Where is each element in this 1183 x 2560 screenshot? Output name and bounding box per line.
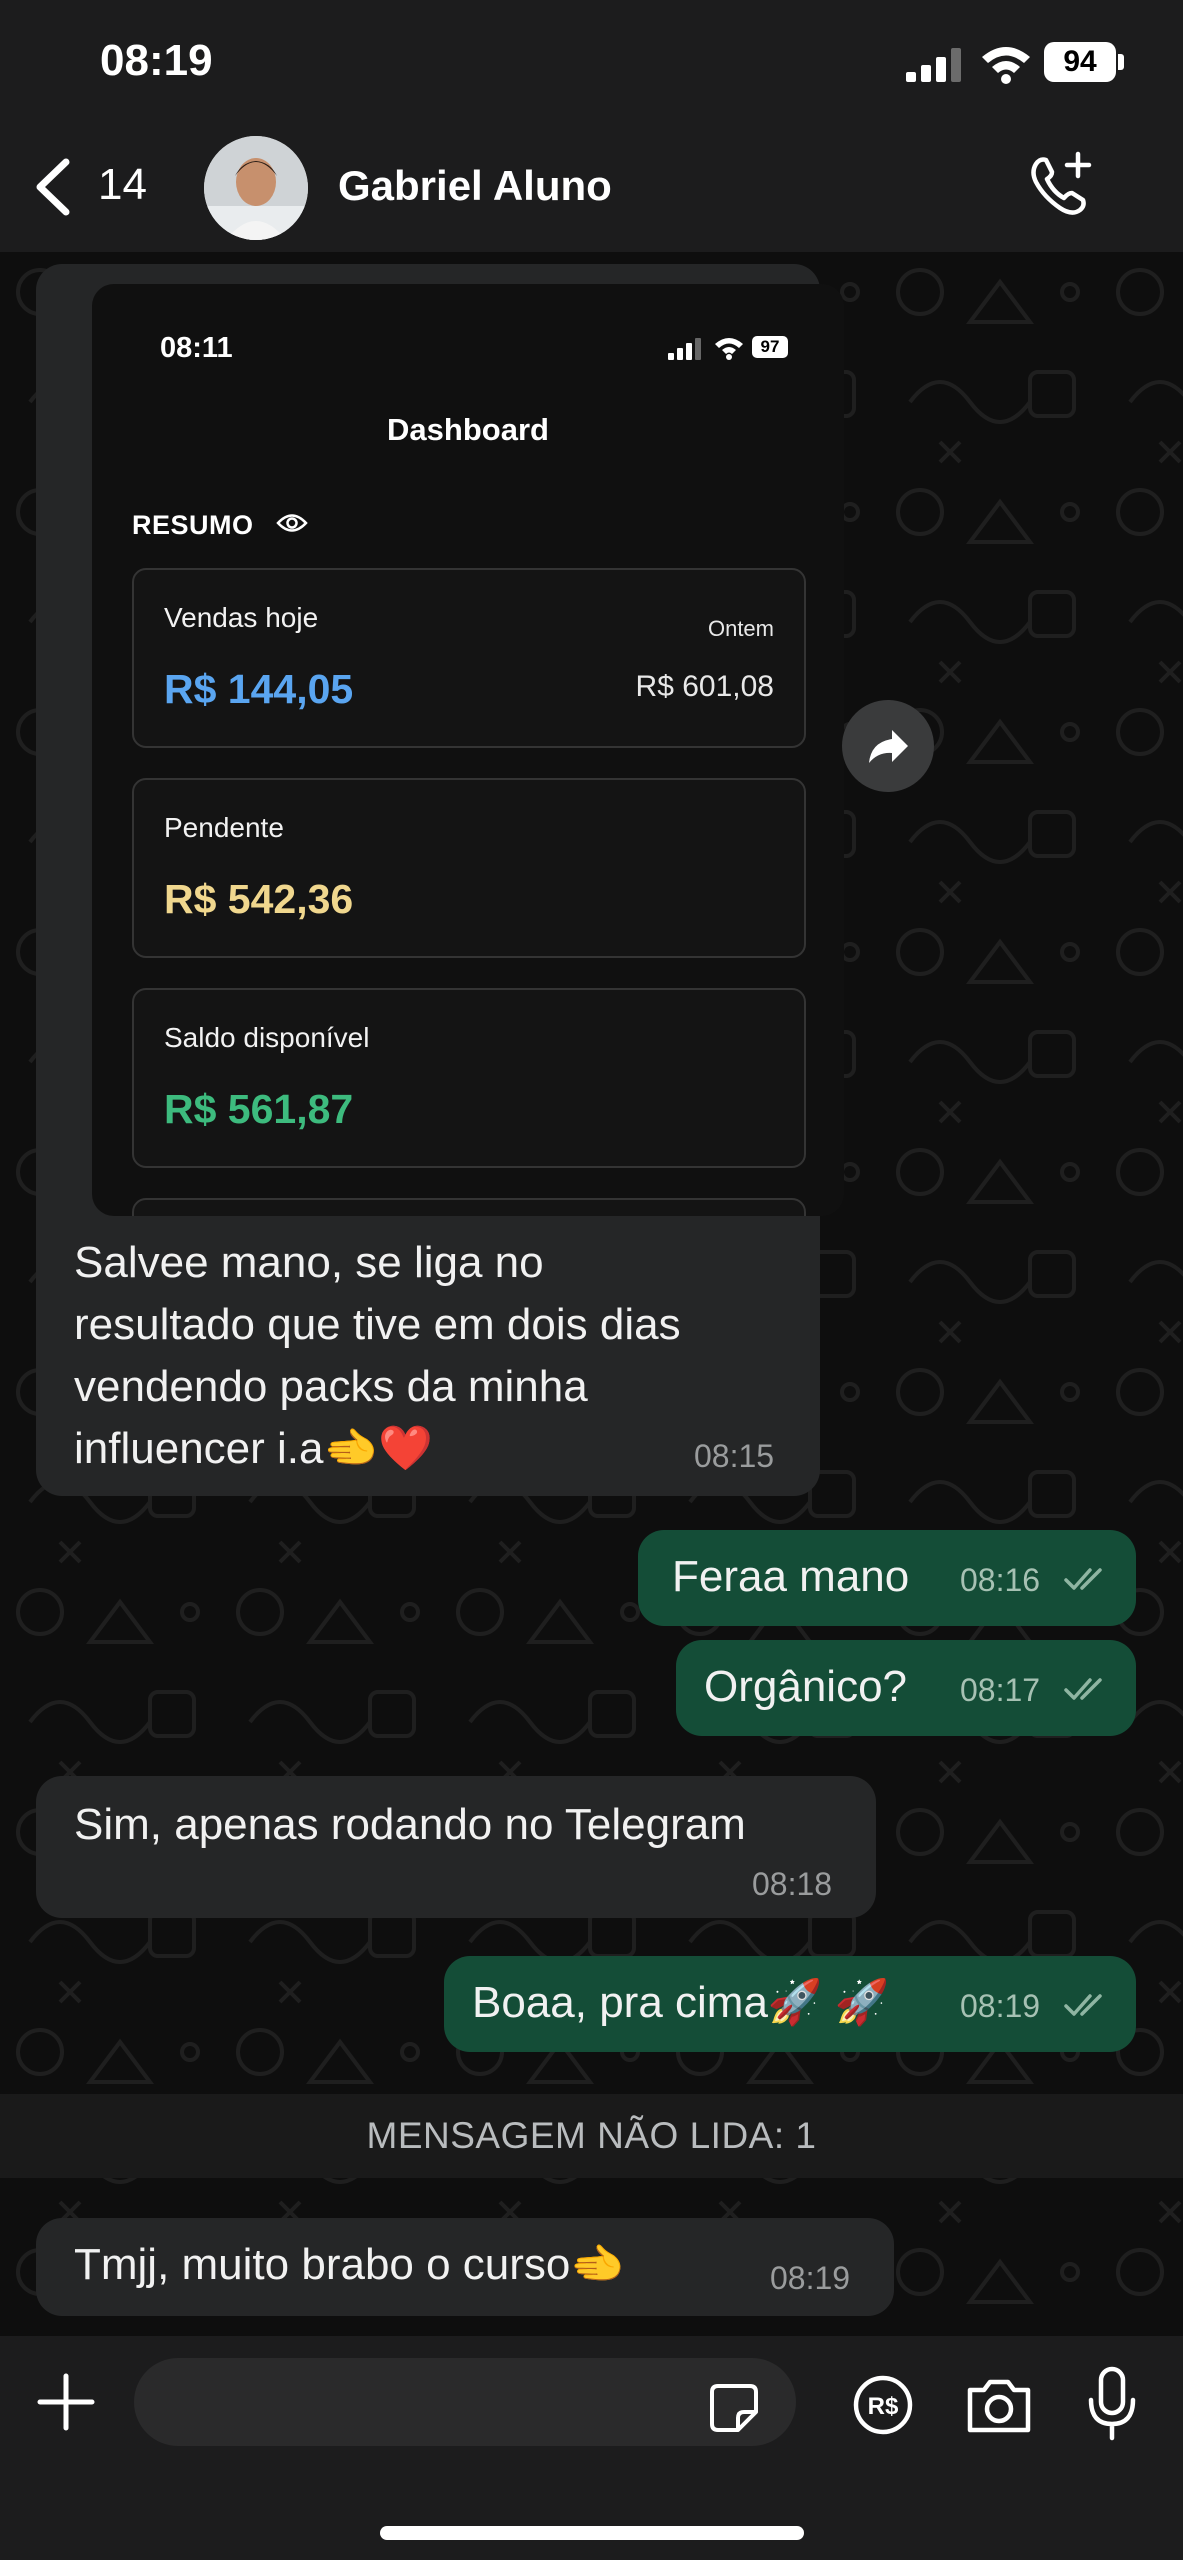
svg-text:R$: R$ [868, 2393, 899, 2420]
message-bubble-incoming[interactable]: 08:11 97 Dashboard RESUMO Vendas hoje R$… [36, 264, 844, 1496]
unread-messages-banner: MENSAGEM NÃO LIDA: 1 [0, 2094, 1183, 2178]
pending-card: Pendente R$ 542,36 [132, 778, 806, 958]
message-time: 08:17 [960, 1672, 1041, 1708]
message-list[interactable]: 08:11 97 Dashboard RESUMO Vendas hoje R$… [0, 252, 1183, 2336]
message-text: Tmjj, muito brabo o curso🫲 [74, 2240, 626, 2289]
card-value: R$ 144,05 [164, 666, 354, 712]
screenshot-section-label: RESUMO [132, 510, 254, 540]
available-balance-card: Saldo disponível R$ 561,87 [132, 988, 806, 1168]
screenshot-status-time: 08:11 [160, 332, 233, 364]
avatar[interactable] [204, 136, 308, 240]
message-time: 08:19 [960, 1988, 1041, 2024]
message-input-bar: R$ [0, 2336, 1183, 2560]
message-time: 08:15 [694, 1438, 775, 1474]
message-bubble-incoming[interactable]: Sim, apenas rodando no Telegram 08:18 [36, 1776, 876, 1918]
shared-screenshot-image[interactable]: 08:11 97 Dashboard RESUMO Vendas hoje R$… [92, 284, 844, 1216]
back-chevron-icon[interactable] [32, 158, 76, 216]
screenshot-title: Dashboard [387, 412, 549, 447]
card-value: R$ 542,36 [164, 876, 354, 922]
message-bubble-outgoing[interactable]: Feraa mano 08:16 [638, 1530, 1136, 1626]
eye-icon [276, 514, 308, 532]
battery-tip [1118, 54, 1124, 70]
battery-indicator: 94 [1044, 42, 1116, 82]
message-bubble-outgoing[interactable]: Boaa, pra cima🚀 🚀 08:19 [444, 1956, 1136, 2052]
message-time: 08:19 [770, 2260, 851, 2296]
message-text: Sim, apenas rodando no Telegram [74, 1800, 746, 1849]
signal-icon [906, 48, 961, 82]
next-card-partial [132, 1198, 806, 1216]
card-aside-value: R$ 601,08 [635, 670, 774, 703]
message-text-line: resultado que tive em dois dias [74, 1300, 681, 1349]
message-time: 08:18 [752, 1866, 833, 1902]
message-text-line: influencer i.a🫲❤️ [74, 1424, 434, 1473]
message-text: Feraa mano [672, 1552, 910, 1601]
unread-chats-count[interactable]: 14 [98, 160, 147, 210]
forward-button[interactable] [842, 700, 934, 792]
sticker-icon[interactable] [708, 2382, 760, 2434]
payment-icon[interactable]: R$ [852, 2374, 914, 2436]
card-value: R$ 561,87 [164, 1086, 354, 1132]
screenshot-signal-icon [668, 338, 701, 360]
screenshot-battery: 97 [752, 336, 788, 358]
camera-icon[interactable] [964, 2374, 1034, 2436]
card-label: Pendente [164, 812, 284, 843]
message-text-line: vendendo packs da minha [74, 1362, 588, 1411]
message-time: 08:16 [960, 1562, 1041, 1598]
message-bubble-incoming[interactable]: Tmjj, muito brabo o curso🫲 08:19 [36, 2218, 894, 2316]
screenshot-wifi-icon [715, 338, 743, 360]
read-ticks-icon [1064, 1994, 1102, 2016]
read-ticks-icon [1064, 1678, 1102, 1700]
message-text: Boaa, pra cima🚀 🚀 [472, 1978, 890, 2027]
microphone-icon[interactable] [1086, 2366, 1138, 2442]
plus-icon[interactable] [36, 2372, 96, 2432]
card-aside-label: Ontem [707, 616, 774, 641]
message-bubble-outgoing[interactable]: Orgânico? 08:17 [676, 1640, 1136, 1736]
card-label: Vendas hoje [164, 602, 319, 633]
avatar-image [204, 136, 308, 240]
chat-header: 08:19 94 14 Gabriel Aluno [0, 0, 1183, 252]
forward-icon [869, 730, 908, 763]
message-text: Orgânico? [704, 1662, 908, 1711]
contact-name[interactable]: Gabriel Aluno [338, 162, 612, 210]
home-indicator [380, 2526, 804, 2540]
status-time: 08:19 [100, 36, 213, 85]
call-add-icon[interactable] [1024, 150, 1096, 222]
read-ticks-icon [1064, 1568, 1102, 1590]
sales-today-card: Vendas hoje R$ 144,05 Ontem R$ 601,08 [132, 568, 806, 748]
wifi-icon [982, 47, 1030, 84]
message-input[interactable] [134, 2358, 796, 2446]
card-label: Saldo disponível [164, 1022, 370, 1053]
message-text-line: Salvee mano, se liga no [74, 1238, 544, 1287]
